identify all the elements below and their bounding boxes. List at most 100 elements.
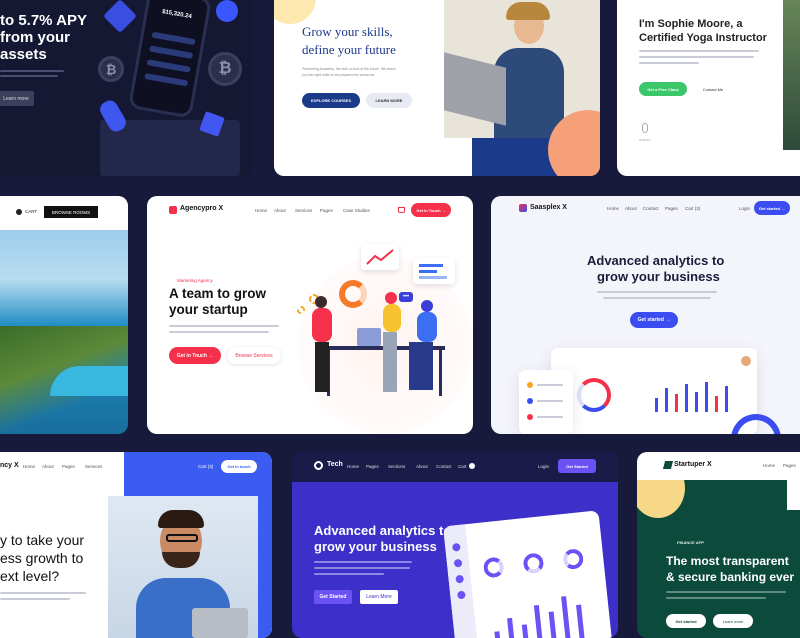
tech-text-line bbox=[314, 573, 384, 575]
nav-about[interactable]: About bbox=[416, 464, 428, 469]
cart-icon[interactable] bbox=[398, 207, 405, 213]
agency-logo[interactable]: Agencypro X bbox=[180, 205, 223, 212]
learn-more-button[interactable]: LEARN MORE bbox=[366, 93, 412, 108]
bitcoin-icon: ₿ bbox=[208, 52, 242, 86]
nav-login[interactable]: Login bbox=[739, 206, 750, 211]
nav-sections[interactable]: Sections bbox=[388, 464, 405, 469]
browse-rooms-button[interactable]: BROWSE ROOMS bbox=[44, 206, 98, 218]
sphere-icon bbox=[216, 0, 238, 22]
saas-logo[interactable]: Saasplex X bbox=[530, 204, 567, 211]
card-growth[interactable]: ncy X Home About Pages Services Cart (3)… bbox=[0, 452, 272, 638]
tech-logo[interactable]: Tech bbox=[327, 461, 343, 468]
nav-services[interactable]: Services bbox=[85, 464, 102, 469]
learn-more-button[interactable]: Learn More bbox=[360, 590, 398, 604]
person-right bbox=[417, 312, 437, 342]
nav-get-started-button[interactable]: Get Started bbox=[558, 459, 596, 473]
nav-home[interactable]: Home bbox=[255, 208, 267, 213]
nav-get-in-touch-button[interactable]: Get in touch bbox=[221, 460, 257, 473]
nav-login[interactable]: Login bbox=[538, 464, 549, 469]
card-tech[interactable]: Tech Home Pages Sections About Contact C… bbox=[292, 452, 618, 638]
nav-get-in-touch-button[interactable]: Get in Touch → bbox=[411, 203, 451, 217]
nav-pages[interactable]: Pages bbox=[320, 208, 333, 213]
nav-cart[interactable]: Cart (3) bbox=[198, 464, 213, 469]
mouse-icon bbox=[642, 123, 648, 133]
yoga-text-line bbox=[639, 56, 754, 58]
startuper-text-line bbox=[666, 591, 786, 593]
nav-home[interactable]: Home bbox=[23, 464, 35, 469]
bar-chart bbox=[651, 378, 743, 412]
cart-badge bbox=[469, 463, 475, 469]
startuper-logo[interactable]: Startuper X bbox=[674, 461, 712, 468]
nav-contact[interactable]: Contact bbox=[436, 464, 452, 469]
agency-text-line bbox=[169, 325, 279, 327]
growth-headline-3: ext level? bbox=[0, 568, 60, 584]
nav-home[interactable]: Home bbox=[607, 206, 619, 211]
explore-courses-button[interactable]: EXPLORE COURSES bbox=[302, 93, 360, 108]
growth-text-line bbox=[0, 592, 86, 594]
saas-headline-1: Advanced analytics to bbox=[587, 253, 725, 268]
get-started-button[interactable]: Get started bbox=[666, 614, 706, 628]
agency-headline-1: A team to grow bbox=[169, 286, 267, 301]
deco-white-panel bbox=[787, 480, 800, 510]
agency-tag: Marketing Agency bbox=[177, 278, 213, 283]
yoga-text-line bbox=[639, 50, 759, 52]
nav-cart[interactable]: Cart (3) bbox=[685, 206, 700, 211]
nav-home[interactable]: Home bbox=[347, 464, 359, 469]
get-in-touch-button[interactable]: Get in Touch → bbox=[169, 347, 221, 364]
agency-text-line bbox=[169, 331, 269, 333]
get-started-button[interactable]: Get started → bbox=[630, 312, 678, 328]
nav-services[interactable]: Services bbox=[295, 208, 312, 213]
card-hotel[interactable]: CART BROWSE ROOMS bbox=[0, 196, 128, 434]
agency-logo-icon bbox=[169, 206, 177, 214]
skills-headline-2: define your future bbox=[302, 42, 396, 57]
card-agency[interactable]: Agencypro X Home About Services Pages Ca… bbox=[147, 196, 473, 434]
avatar bbox=[741, 356, 751, 366]
nav-pages[interactable]: Pages bbox=[665, 206, 678, 211]
nav-get-started-button[interactable]: Get started → bbox=[754, 201, 790, 215]
nav-pages[interactable]: Pages bbox=[62, 464, 75, 469]
crypto-text-line bbox=[0, 70, 64, 72]
card-saasplex[interactable]: Saasplex X Home About Contact Pages Cart… bbox=[491, 196, 800, 434]
nav-case-studies[interactable]: Case Studies bbox=[343, 208, 370, 213]
free-class-button[interactable]: Get a Free Class bbox=[639, 82, 687, 96]
nav-cart[interactable]: Cart bbox=[458, 464, 467, 469]
saas-headline-2: grow your business bbox=[597, 269, 720, 284]
card-startuper[interactable]: Startuper X Home Pages FINANCE APP The m… bbox=[637, 452, 800, 638]
person-middle bbox=[383, 304, 401, 332]
bar-chart bbox=[491, 585, 596, 638]
laptop bbox=[357, 328, 381, 346]
nav-pages[interactable]: Pages bbox=[783, 463, 796, 468]
nav-about[interactable]: About bbox=[625, 206, 637, 211]
card-yoga[interactable]: I'm Sophie Moore, a Certified Yoga Instr… bbox=[617, 0, 800, 176]
nav-about[interactable]: About bbox=[274, 208, 286, 213]
nav-pages[interactable]: Pages bbox=[366, 464, 379, 469]
skills-body-1: Presenting Academy, the tech school of t… bbox=[302, 67, 396, 71]
startuper-tag: FINANCE APP bbox=[677, 540, 704, 545]
landscape-photo bbox=[783, 0, 800, 150]
tech-logo-icon bbox=[314, 461, 323, 470]
learn-more-button[interactable]: Learn more bbox=[713, 614, 753, 628]
dashboard-mockup bbox=[551, 348, 757, 434]
yoga-headline-2: Certified Yoga Instructor bbox=[639, 32, 767, 44]
card-skills[interactable]: Grow your skills, define your future Pre… bbox=[274, 0, 600, 176]
tech-text-line bbox=[314, 567, 410, 569]
agency-headline-2: your startup bbox=[169, 302, 248, 317]
chat-bubble-icon: ••• bbox=[399, 292, 413, 302]
startuper-text-line bbox=[666, 597, 766, 599]
nav-home[interactable]: Home bbox=[763, 463, 775, 468]
cart-link[interactable]: CART bbox=[25, 209, 37, 214]
card-crypto[interactable]: to 5.7% APY from your assets Learn more … bbox=[0, 0, 252, 176]
startuper-header bbox=[637, 452, 800, 480]
crypto-learn-more-button[interactable]: Learn more bbox=[0, 91, 34, 106]
cart-icon[interactable] bbox=[16, 209, 22, 215]
nav-contact[interactable]: Contact bbox=[643, 206, 659, 211]
bar-card-icon bbox=[413, 258, 455, 284]
growth-logo[interactable]: ncy X bbox=[0, 462, 19, 469]
crypto-headline-2: from your bbox=[0, 29, 71, 46]
get-started-button[interactable]: Get Started bbox=[314, 590, 352, 604]
phone-balance: $15,320.24 bbox=[161, 9, 193, 21]
nav-about[interactable]: About bbox=[42, 464, 54, 469]
browse-services-button[interactable]: Browse Services bbox=[227, 347, 281, 364]
donut-chart bbox=[482, 556, 505, 579]
contact-me-button[interactable]: Contact Me bbox=[693, 82, 733, 96]
